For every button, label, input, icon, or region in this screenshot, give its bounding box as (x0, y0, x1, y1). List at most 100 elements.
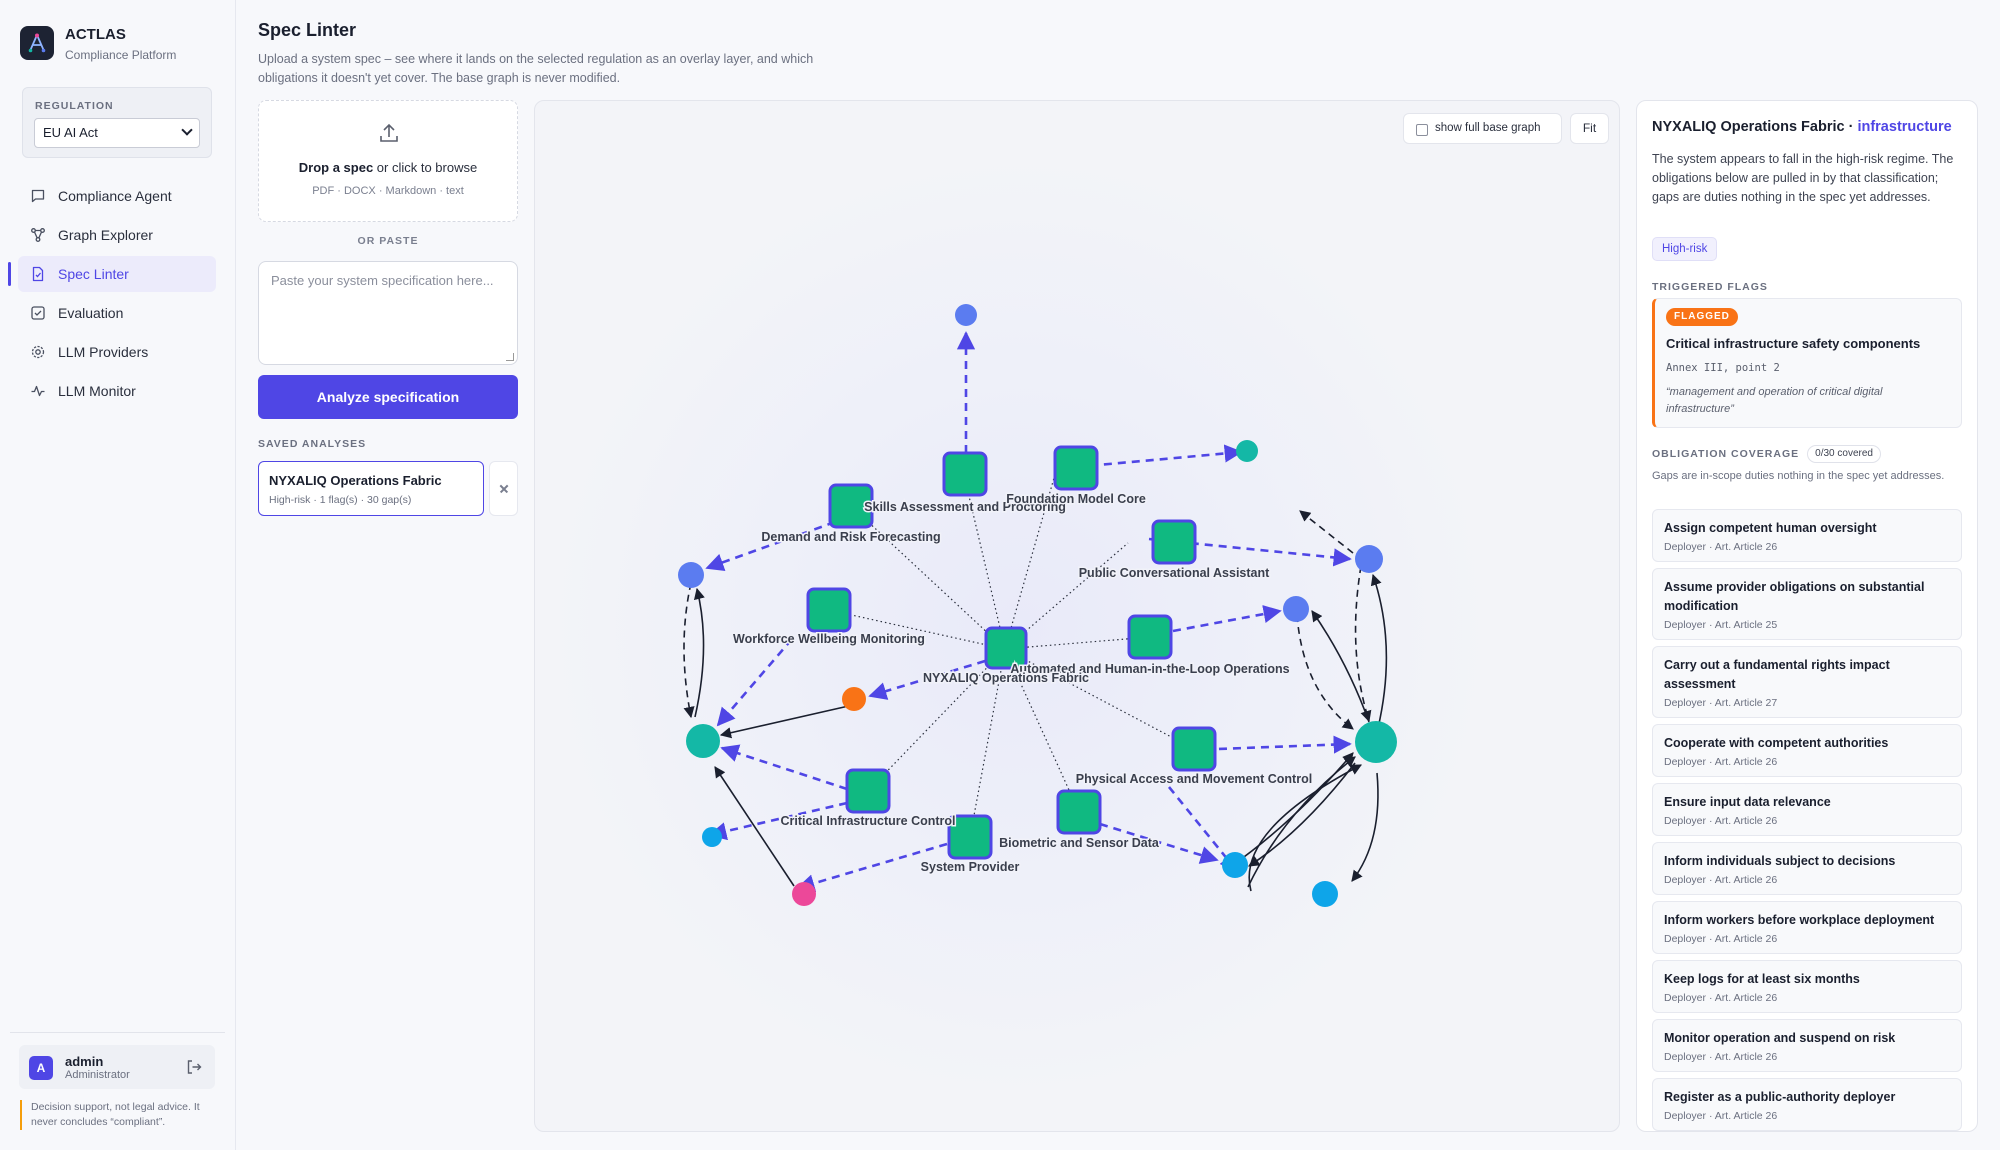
actlas-logo-icon (20, 26, 54, 60)
label-critical: Critical Infrastructure Control (780, 814, 955, 828)
label-center: NYXALIQ Operations Fabric (923, 671, 1089, 685)
upload-icon (380, 123, 398, 142)
flag-reference: Annex III, point 2 (1666, 362, 1780, 374)
obligation-card[interactable]: Ensure input data relevance Deployer · Ar… (1652, 783, 1962, 836)
spec-node-workforce (806, 587, 852, 633)
pink-node (792, 882, 816, 906)
details-title: NYXALIQ Operations Fabric · infrastructu… (1652, 119, 1952, 135)
fit-button[interactable]: Fit (1570, 113, 1609, 144)
obligation-title: Cooperate with competent authorities (1664, 736, 1889, 750)
brand-subtitle: Compliance Platform (65, 48, 177, 62)
coverage-count: 0/30 covered (1807, 445, 1881, 463)
spec-node-public (1151, 519, 1197, 565)
show-base-graph-toggle[interactable]: show full base graph (1403, 113, 1562, 144)
obligation-meta: Deployer · Art. Article 26 (1664, 1051, 1778, 1063)
details-title-category[interactable]: infrastructure (1857, 119, 1951, 135)
obligation-meta: Deployer · Art. Article 27 (1664, 697, 1778, 709)
obligation-title: Ensure input data relevance (1664, 795, 1831, 809)
saved-analysis-name: NYXALIQ Operations Fabric (269, 473, 442, 488)
chevron-down-icon (181, 124, 193, 136)
spec-textarea[interactable]: Paste your system specification here... (258, 261, 518, 365)
resize-handle[interactable] (506, 353, 514, 361)
label-public: Public Conversational Assistant (1079, 566, 1270, 580)
document-icon (32, 266, 44, 282)
obligation-card[interactable]: Cooperate with competent authorities Depl… (1652, 724, 1962, 777)
sidebar-item-llm-providers[interactable]: LLM Providers (18, 334, 216, 370)
show-base-graph-checkbox[interactable] (1416, 124, 1428, 136)
actor-node (1222, 852, 1248, 878)
actor-node (1312, 881, 1338, 907)
spec-node-foundation (1053, 445, 1099, 491)
obligation-title: Assume provider obligations on substanti… (1664, 580, 1925, 613)
flag-title: Critical infrastructure safety component… (1666, 336, 1921, 351)
brand[interactable]: ACTLAS Compliance Platform (20, 26, 176, 62)
label-physical: Physical Access and Movement Control (1076, 772, 1312, 786)
flag-card[interactable]: FLAGGED Critical infrastructure safety c… (1652, 298, 1962, 428)
analyze-button[interactable]: Analyze specification (258, 375, 518, 419)
sidebar: ACTLAS Compliance Platform REGULATION EU… (0, 0, 236, 1150)
sidebar-nav: Compliance Agent Graph Explorer Spec Lin… (8, 178, 216, 412)
triggered-flags-label: TRIGGERED FLAGS (1652, 281, 1768, 293)
obligation-title: Inform individuals subject to decisions (1664, 854, 1896, 868)
obligation-card[interactable]: Monitor operation and suspend on risk Dep… (1652, 1019, 1962, 1072)
sidebar-item-label: LLM Providers (58, 344, 149, 360)
page-title: Spec Linter (258, 20, 357, 40)
saved-analysis-item[interactable]: NYXALIQ Operations Fabric High-risk · 1 … (258, 461, 484, 516)
spec-dropzone[interactable]: Drop a spec or click to browse PDF · DOC… (258, 100, 518, 222)
obligation-meta: Deployer · Art. Article 25 (1664, 619, 1778, 631)
saved-analyses-label: SAVED ANALYSES (258, 438, 367, 450)
dropzone-bold: Drop a spec (298, 160, 374, 175)
obligation-node (678, 562, 704, 588)
sidebar-item-llm-monitor[interactable]: LLM Monitor (18, 373, 216, 409)
or-paste-divider: OR PASTE (357, 235, 419, 247)
obligation-meta: Deployer · Art. Article 26 (1664, 992, 1778, 1004)
saved-analysis-meta: High-risk · 1 flag(s) · 30 gap(s) (269, 494, 412, 506)
details-title-main: NYXALIQ Operations Fabric · (1652, 119, 1858, 135)
sidebar-item-compliance-agent[interactable]: Compliance Agent (18, 178, 216, 214)
obligation-meta: Deployer · Art. Article 26 (1664, 541, 1778, 553)
details-description: The system appears to fall in the high-r… (1652, 152, 1954, 204)
label-demand: Demand and Risk Forecasting (761, 530, 940, 544)
logout-icon[interactable] (185, 1058, 203, 1076)
obligation-card[interactable]: Carry out a fundamental rights impact as… (1652, 646, 1962, 718)
obligation-card[interactable]: Inform individuals subject to decisions D… (1652, 842, 1962, 895)
sidebar-divider (10, 1032, 225, 1033)
chat-icon (31, 189, 45, 203)
obligation-card[interactable]: Assume provider obligations on substanti… (1652, 568, 1962, 640)
spec-textarea-placeholder: Paste your system specification here... (271, 273, 494, 288)
obligation-card[interactable]: Register as a public-authority deployer D… (1652, 1078, 1962, 1131)
spec-node-automated (1127, 614, 1173, 660)
obligation-node (1283, 596, 1309, 622)
obligation-meta: Deployer · Art. Article 26 (1664, 815, 1778, 827)
coverage-label: OBLIGATION COVERAGE (1652, 448, 1800, 460)
show-base-graph-label: show full base graph (1435, 122, 1541, 134)
gap-edges (705, 331, 1352, 893)
delete-analysis-button[interactable] (489, 461, 518, 516)
sidebar-item-label: Evaluation (58, 305, 124, 321)
flag-quote: “management and operation of critical di… (1666, 386, 1883, 415)
regulation-select[interactable]: EU AI Act (34, 118, 200, 148)
obligation-meta: Deployer · Art. Article 26 (1664, 874, 1778, 886)
spec-node-physical (1171, 726, 1217, 772)
sidebar-item-graph-explorer[interactable]: Graph Explorer (18, 217, 216, 253)
graph-canvas[interactable]: Skills Assessment and Proctoring Foundat… (534, 100, 1620, 1132)
actor-node (702, 827, 722, 847)
graph-svg[interactable]: Skills Assessment and Proctoring Foundat… (535, 101, 1620, 1132)
obligation-title: Monitor operation and suspend on risk (1664, 1031, 1896, 1045)
sidebar-item-evaluation[interactable]: Evaluation (18, 295, 216, 331)
regulation-label: REGULATION (35, 100, 114, 112)
gear-icon (31, 345, 45, 359)
obligation-card[interactable]: Keep logs for at least six months Deploye… (1652, 960, 1962, 1013)
risk-badge: High-risk (1652, 237, 1718, 261)
dropzone-file-types: PDF · DOCX · Markdown · text (312, 185, 464, 197)
details-panel: NYXALIQ Operations Fabric · infrastructu… (1636, 100, 1978, 1132)
obligation-card[interactable]: Inform workers before workplace deployme… (1652, 901, 1962, 954)
sidebar-item-spec-linter[interactable]: Spec Linter (8, 256, 216, 292)
sidebar-item-label: Spec Linter (58, 266, 129, 282)
regime-node (1355, 721, 1397, 763)
sidebar-item-label: Graph Explorer (58, 227, 153, 243)
regime-node (1236, 440, 1258, 462)
obligation-card[interactable]: Assign competent human oversight Deployer… (1652, 509, 1962, 562)
obligation-title: Carry out a fundamental rights impact as… (1664, 658, 1890, 691)
label-foundation: Foundation Model Core (1006, 492, 1146, 506)
